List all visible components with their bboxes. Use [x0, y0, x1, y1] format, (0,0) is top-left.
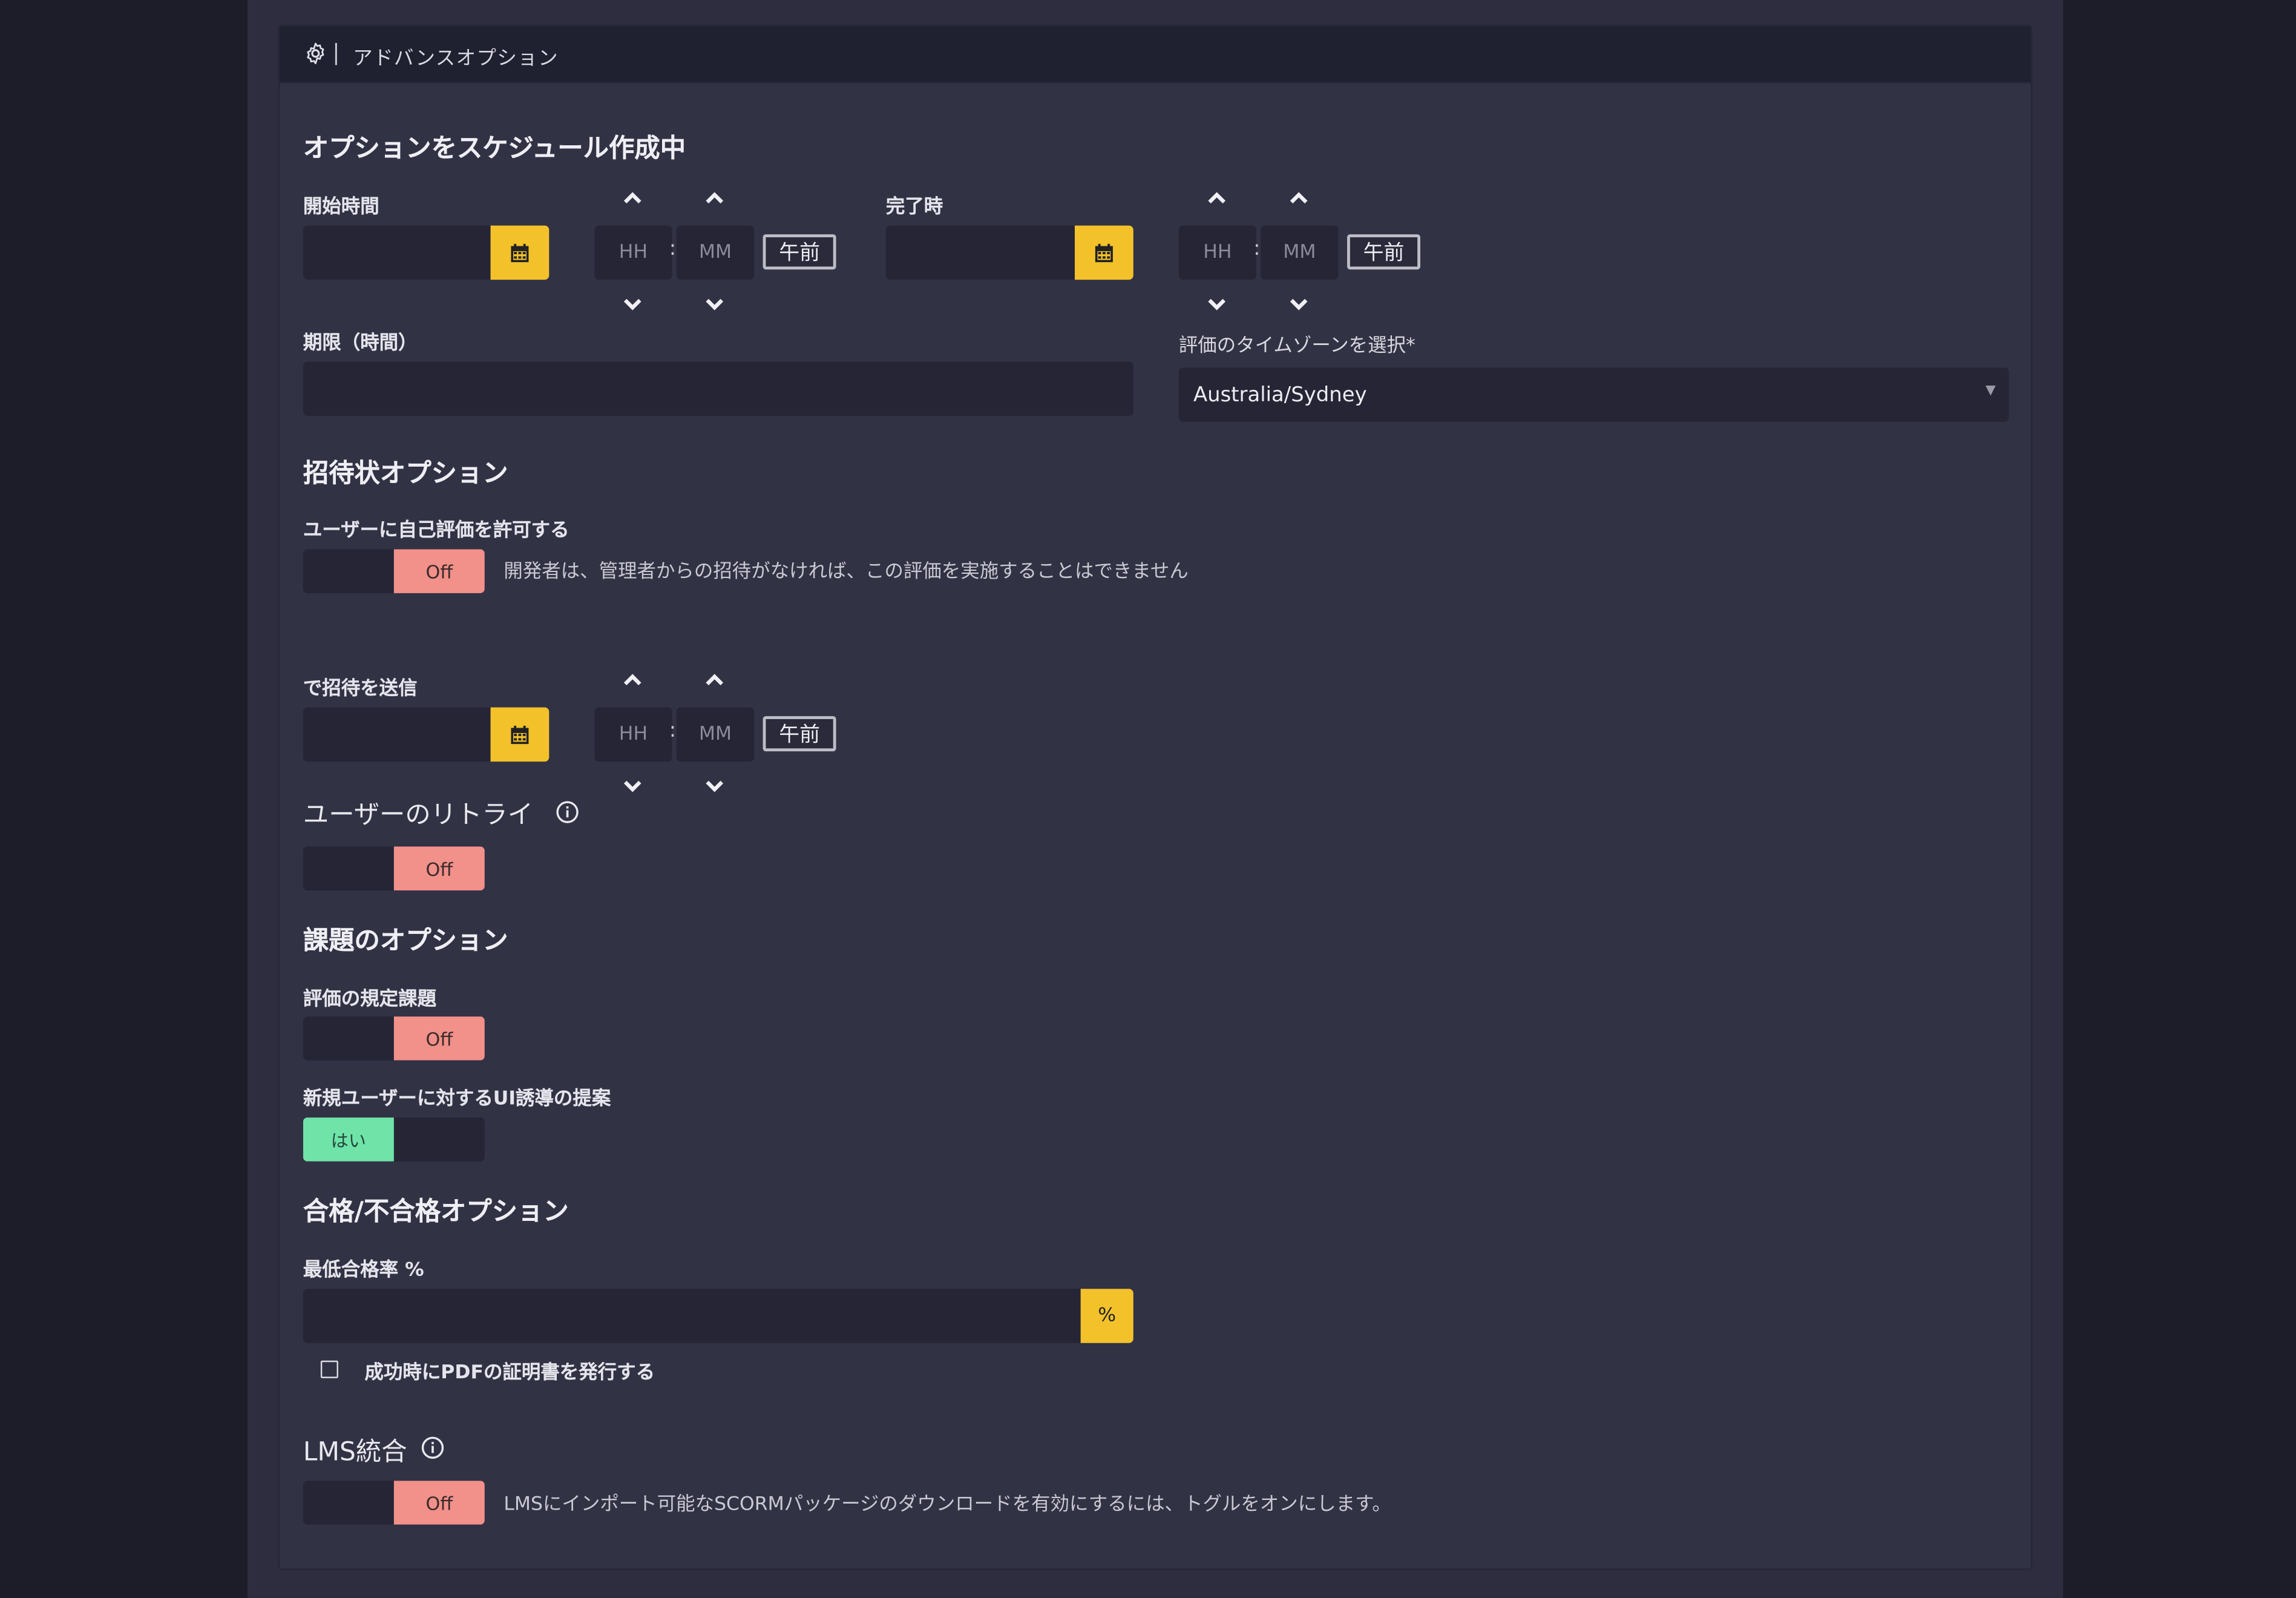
- send-date-input[interactable]: [303, 707, 494, 762]
- start-calendar-button[interactable]: [490, 225, 549, 280]
- end-date-input[interactable]: [885, 225, 1078, 280]
- invite-section-title: 招待状オプション: [303, 459, 508, 490]
- min-pass-rate-label: 最低合格率 %: [303, 1259, 424, 1282]
- calendar-icon: [511, 725, 529, 743]
- start-minute-input[interactable]: MM: [676, 225, 755, 280]
- end-time-label: 完了時: [885, 196, 943, 219]
- ui-guidance-label: 新規ユーザーに対するUI誘導の提案: [303, 1088, 611, 1111]
- toggle-off-label: Off: [393, 846, 485, 891]
- end-hour-input[interactable]: HH: [1178, 225, 1257, 280]
- start-minute-down-icon[interactable]: [704, 297, 725, 312]
- toggle-off-label: Off: [393, 1481, 485, 1525]
- default-task-label: 評価の規定課題: [303, 988, 437, 1011]
- send-hour-down-icon[interactable]: [622, 779, 643, 794]
- certificate-label[interactable]: 成功時にPDFの証明書を発行する: [364, 1356, 655, 1384]
- header-separator: |: [332, 39, 340, 66]
- lms-description: LMSにインポート可能なSCORMパッケージのダウンロードを有効にするには、トグ…: [503, 1493, 1391, 1516]
- toggle-on-label: はい: [303, 1117, 394, 1162]
- end-calendar-button[interactable]: [1074, 225, 1133, 280]
- send-ampm-button[interactable]: 午前: [763, 716, 836, 752]
- card-title: アドバンスオプション: [353, 47, 559, 71]
- start-date-input[interactable]: [303, 225, 494, 280]
- info-icon[interactable]: [420, 1435, 445, 1460]
- default-task-toggle[interactable]: Off: [303, 1016, 485, 1060]
- timezone-label: 評価のタイムゾーンを選択*: [1178, 335, 1415, 358]
- percent-addon: %: [1080, 1289, 1133, 1343]
- user-retry-label: ユーザーのリトライ: [303, 801, 534, 830]
- user-retry-toggle[interactable]: Off: [303, 846, 485, 891]
- send-minute-up-icon[interactable]: [704, 672, 725, 687]
- self-assessment-label: ユーザーに自己評価を許可する: [303, 519, 569, 542]
- time-colon: :: [669, 719, 677, 743]
- toggle-off-label: Off: [393, 549, 485, 593]
- task-section-title: 課題のオプション: [303, 927, 508, 956]
- lms-label: LMS統合: [303, 1438, 407, 1468]
- gear-icon: [307, 42, 324, 64]
- certificate-checkbox[interactable]: [320, 1360, 338, 1378]
- send-calendar-button[interactable]: [490, 707, 549, 762]
- page: | アドバンスオプション オプションをスケジュール作成中 開始時間 HH : M…: [0, 0, 2296, 1598]
- send-hour-input[interactable]: HH: [594, 707, 672, 762]
- start-time-label: 開始時間: [303, 196, 379, 219]
- self-assessment-description: 開発者は、管理者からの招待がなければ、この評価を実施することはできません: [503, 561, 1189, 584]
- timezone-select[interactable]: Australia/Sydney: [1178, 367, 2009, 422]
- lms-toggle[interactable]: Off: [303, 1481, 485, 1525]
- dropdown-caret-icon: ▼: [1985, 383, 1996, 399]
- end-hour-down-icon[interactable]: [1207, 297, 1227, 312]
- start-minute-up-icon[interactable]: [704, 191, 725, 205]
- end-hour-up-icon[interactable]: [1207, 191, 1227, 205]
- info-icon[interactable]: [555, 800, 580, 824]
- start-hour-down-icon[interactable]: [622, 297, 643, 312]
- timezone-value: Australia/Sydney: [1193, 383, 1367, 407]
- end-ampm-button[interactable]: 午前: [1347, 234, 1421, 270]
- card-header[interactable]: | アドバンスオプション: [280, 26, 2031, 84]
- ui-guidance-toggle[interactable]: はい: [303, 1117, 485, 1162]
- pass-fail-section-title: 合格/不合格オプション: [303, 1198, 569, 1228]
- toggle-off-label: Off: [393, 1016, 485, 1060]
- start-ampm-button[interactable]: 午前: [763, 234, 836, 270]
- time-colon: :: [669, 237, 677, 261]
- end-minute-down-icon[interactable]: [1288, 297, 1309, 312]
- end-minute-up-icon[interactable]: [1288, 191, 1309, 205]
- calendar-icon: [1095, 243, 1113, 261]
- send-minute-down-icon[interactable]: [704, 779, 725, 794]
- time-colon: :: [1253, 237, 1261, 261]
- start-hour-input[interactable]: HH: [594, 225, 672, 280]
- min-pass-rate-input[interactable]: [303, 1289, 1084, 1343]
- send-minute-input[interactable]: MM: [676, 707, 755, 762]
- schedule-section-title: オプションをスケジュール作成中: [303, 134, 686, 164]
- send-hour-up-icon[interactable]: [622, 672, 643, 687]
- send-invite-label: で招待を送信: [303, 678, 418, 700]
- deadline-label: 期限（時間）: [303, 332, 418, 355]
- calendar-icon: [511, 243, 529, 261]
- start-hour-up-icon[interactable]: [622, 191, 643, 205]
- deadline-input[interactable]: [303, 361, 1133, 416]
- self-assessment-toggle[interactable]: Off: [303, 549, 485, 593]
- end-minute-input[interactable]: MM: [1261, 225, 1339, 280]
